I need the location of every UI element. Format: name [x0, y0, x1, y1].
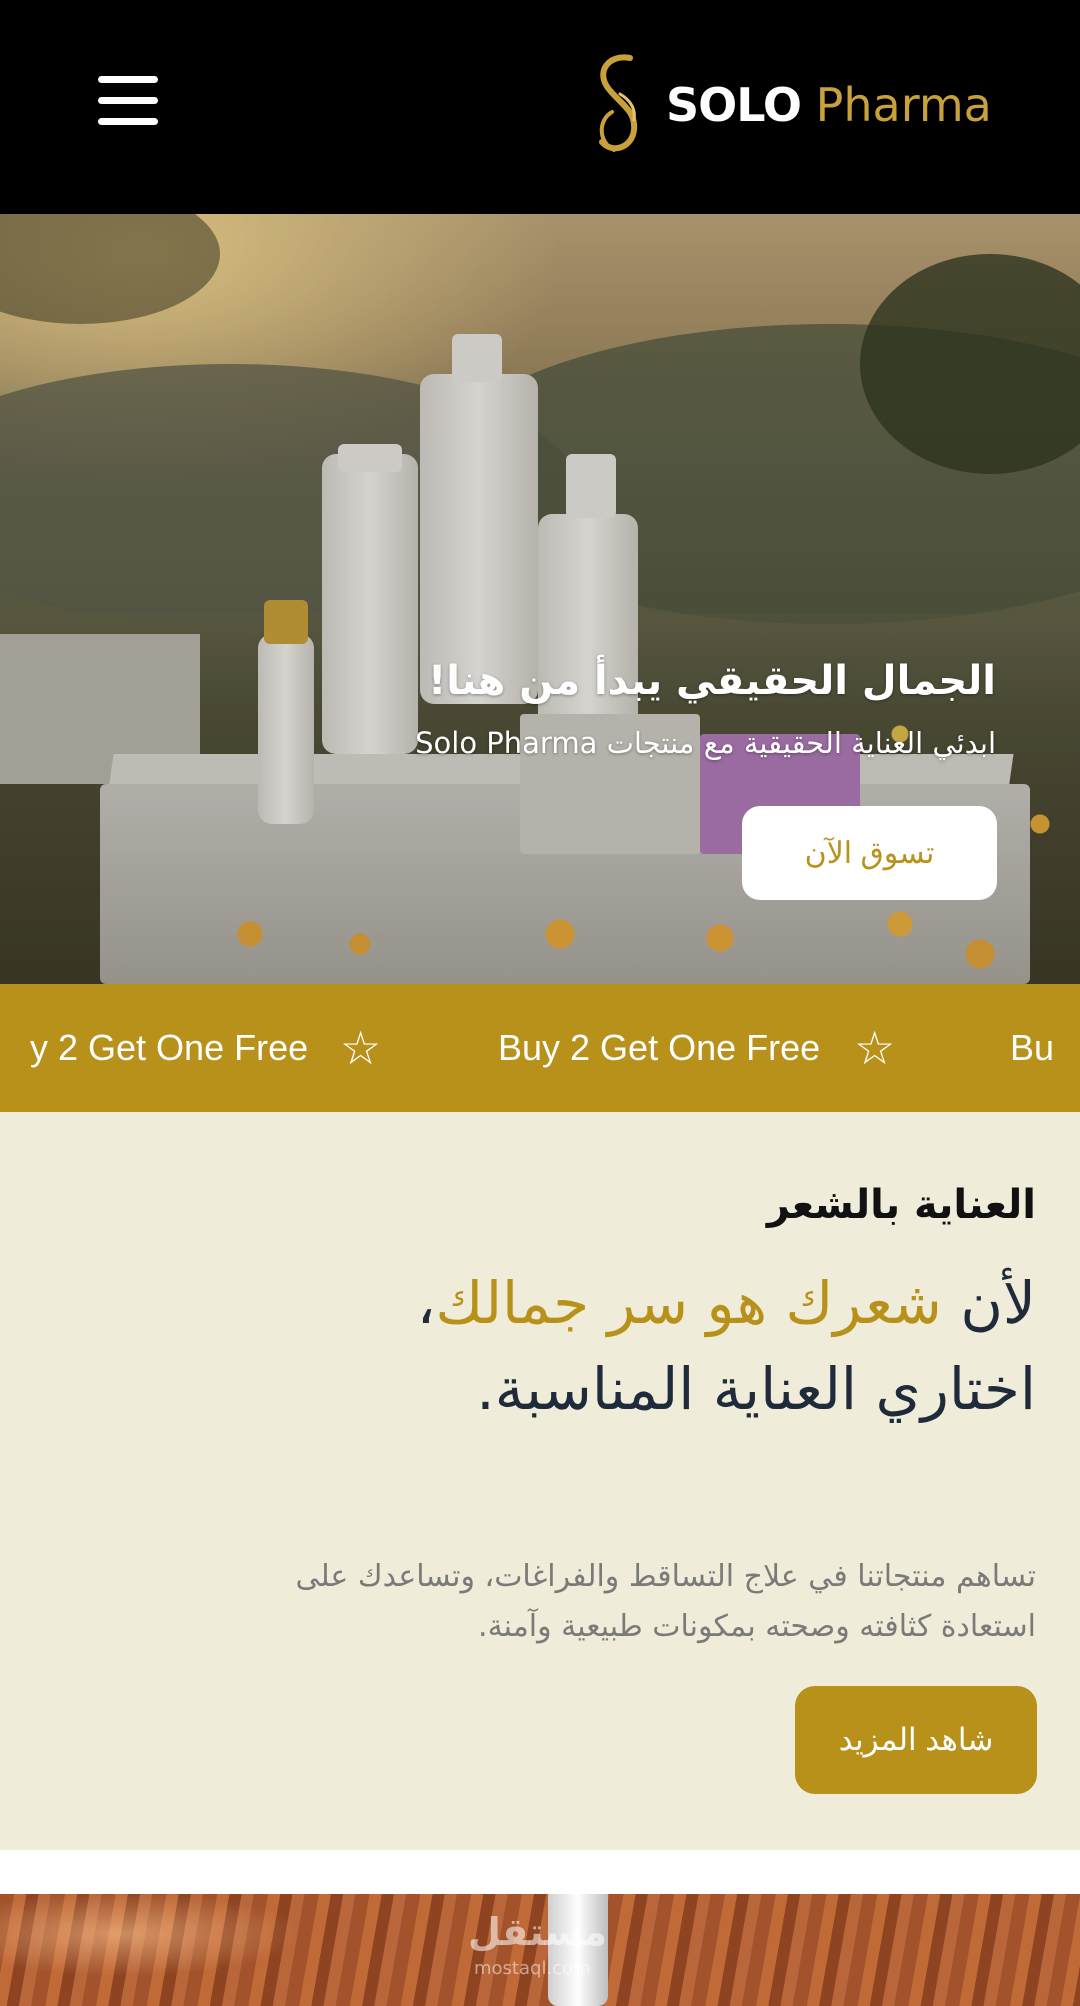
shop-now-button[interactable]: تسوق الآن	[742, 806, 997, 900]
section-kicker: العناية بالشعر	[766, 1182, 1036, 1228]
solo-s-logo-icon	[599, 54, 638, 152]
see-more-button[interactable]: شاهد المزيد	[795, 1686, 1037, 1794]
hero-subtitle: ابدئي العناية الحقيقية مع منتجات Solo Ph…	[415, 726, 996, 760]
hero-banner: الجمال الحقيقي يبدأ من هنا! ابدئي العناي…	[0, 214, 1080, 984]
promo-item: Buy 2 Get One Free	[498, 1027, 821, 1068]
brand-logo[interactable]: SOLO Pharma	[590, 50, 1010, 160]
hair-product-image: مستقل mostaql.com	[0, 1894, 1080, 2006]
promo-item: y 2 Get One Free	[30, 1027, 309, 1068]
promo-marquee: y 2 Get One Free ☆ Buy 2 Get One Free ☆ …	[0, 984, 1080, 1112]
section-divider	[0, 1850, 1080, 1894]
watermark-url: mostaql.com	[474, 1958, 591, 1979]
section-headline: لأن شعرك هو سر جمالك، اختاري العناية الم…	[416, 1260, 1036, 1432]
brand-primary: SOLO	[666, 78, 802, 132]
hero-title: الجمال الحقيقي يبدأ من هنا!	[428, 658, 996, 704]
hamburger-menu-icon[interactable]	[98, 74, 162, 128]
headline-gold: شعرك هو سر جمالك	[435, 1269, 942, 1337]
hair-care-section: العناية بالشعر لأن شعرك هو سر جمالك، اخت…	[0, 1112, 1080, 1850]
star-outline-icon: ☆	[340, 1021, 382, 1075]
watermark-text: مستقل	[468, 1910, 607, 1954]
star-outline-icon: ☆	[854, 1021, 896, 1075]
brand-name: SOLO Pharma	[666, 80, 992, 130]
headline-part1: لأن	[941, 1269, 1036, 1337]
site-header: SOLO Pharma	[0, 0, 1080, 214]
brand-secondary: Pharma	[815, 78, 992, 132]
promo-item: Bu	[1010, 1027, 1055, 1068]
section-description: تساهم منتجاتنا في علاج التساقط والفراغات…	[295, 1559, 1036, 1644]
